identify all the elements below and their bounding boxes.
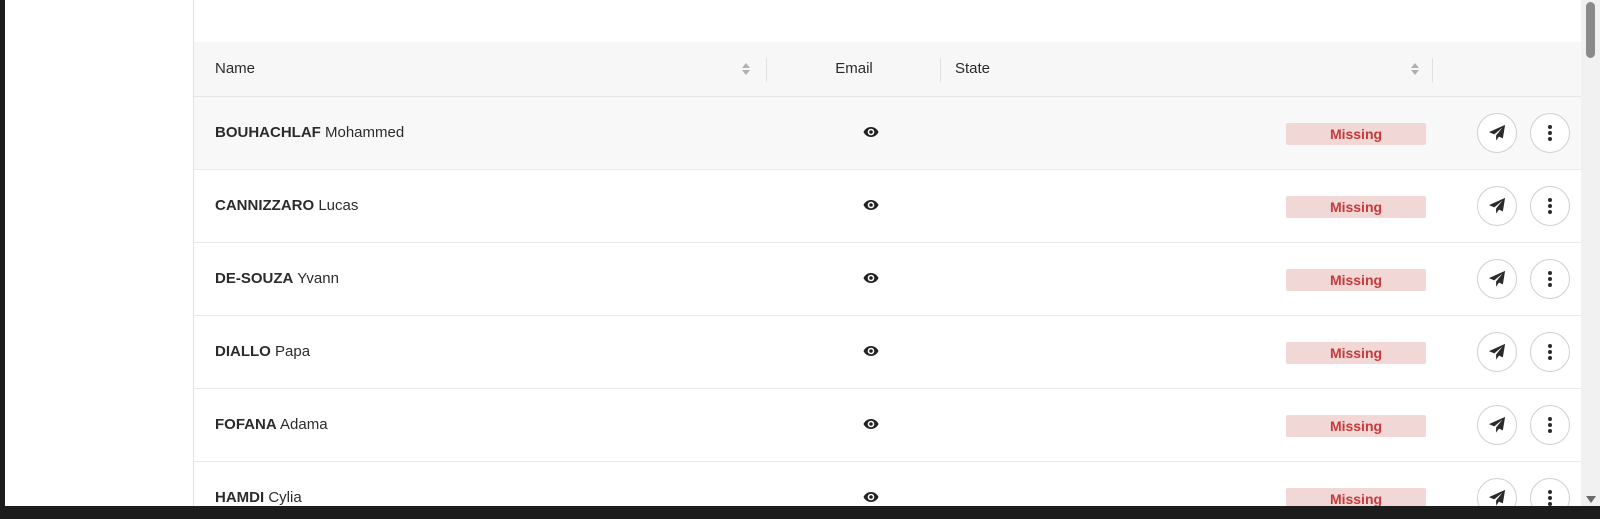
page-viewport: Name Email State BOUHACHLAF Mohammed Mis… — [5, 0, 1600, 506]
send-button[interactable] — [1477, 478, 1517, 506]
more-options-button[interactable] — [1530, 405, 1570, 445]
eye-icon[interactable] — [863, 416, 879, 432]
more-options-button[interactable] — [1530, 186, 1570, 226]
more-options-button[interactable] — [1530, 259, 1570, 299]
column-separator — [940, 58, 941, 82]
column-separator — [1432, 58, 1433, 82]
eye-icon[interactable] — [863, 197, 879, 213]
student-name: FOFANA Adama — [215, 389, 328, 461]
eye-icon[interactable] — [863, 489, 879, 505]
students-table: Name Email State BOUHACHLAF Mohammed Mis… — [194, 42, 1586, 506]
send-button[interactable] — [1477, 186, 1517, 226]
status-badge: Missing — [1286, 196, 1426, 218]
student-name: HAMDI Cylia — [215, 462, 302, 506]
status-badge: Missing — [1286, 488, 1426, 506]
sort-icon[interactable] — [741, 62, 751, 76]
vertical-scrollbar[interactable] — [1581, 0, 1600, 506]
table-row[interactable]: HAMDI Cylia Missing — [194, 462, 1586, 506]
send-icon — [1488, 343, 1506, 360]
send-button[interactable] — [1477, 405, 1517, 445]
first-name: Lucas — [318, 197, 359, 214]
table-row[interactable]: DE-SOUZA Yvann Missing — [194, 243, 1586, 316]
status-badge: Missing — [1286, 342, 1426, 364]
first-name: Cylia — [268, 489, 302, 506]
more-vertical-icon — [1548, 490, 1552, 506]
send-button[interactable] — [1477, 113, 1517, 153]
status-badge: Missing — [1286, 123, 1426, 145]
send-icon — [1488, 124, 1506, 141]
more-options-button[interactable] — [1530, 113, 1570, 153]
table-header: Name Email State — [194, 42, 1586, 97]
status-badge: Missing — [1286, 415, 1426, 437]
column-header-email: Email — [835, 60, 873, 77]
eye-icon[interactable] — [863, 270, 879, 286]
send-icon — [1488, 270, 1506, 287]
more-vertical-icon — [1548, 198, 1552, 214]
first-name: Papa — [275, 343, 311, 360]
more-options-button[interactable] — [1530, 332, 1570, 372]
column-header-state[interactable]: State — [955, 42, 990, 96]
table-row[interactable]: DIALLO Papa Missing — [194, 316, 1586, 389]
more-vertical-icon — [1548, 417, 1552, 433]
eye-icon[interactable] — [863, 343, 879, 359]
more-vertical-icon — [1548, 125, 1552, 141]
scrollbar-thumb[interactable] — [1586, 2, 1595, 58]
column-header-name[interactable]: Name — [215, 42, 255, 96]
last-name: FOFANA — [215, 416, 277, 433]
table-row[interactable]: BOUHACHLAF Mohammed Missing — [194, 97, 1586, 170]
send-icon — [1488, 197, 1506, 214]
student-name: DE-SOUZA Yvann — [215, 243, 339, 315]
first-name: Yvann — [297, 270, 339, 287]
column-separator — [766, 58, 767, 82]
last-name: HAMDI — [215, 489, 265, 506]
table-row[interactable]: CANNIZZARO Lucas Missing — [194, 170, 1586, 243]
send-icon — [1488, 416, 1506, 433]
student-name: CANNIZZARO Lucas — [215, 170, 358, 242]
more-options-button[interactable] — [1530, 478, 1570, 506]
more-vertical-icon — [1548, 271, 1552, 287]
last-name: BOUHACHLAF — [215, 124, 321, 141]
last-name: DIALLO — [215, 343, 271, 360]
table-row[interactable]: FOFANA Adama Missing — [194, 389, 1586, 462]
more-vertical-icon — [1548, 344, 1552, 360]
student-name: BOUHACHLAF Mohammed — [215, 97, 404, 169]
student-name: DIALLO Papa — [215, 316, 310, 388]
sort-icon[interactable] — [1410, 62, 1420, 76]
last-name: DE-SOUZA — [215, 270, 294, 287]
scroll-down-arrow-icon[interactable] — [1586, 496, 1596, 503]
send-icon — [1488, 489, 1506, 506]
eye-icon[interactable] — [863, 124, 879, 140]
send-button[interactable] — [1477, 332, 1517, 372]
last-name: CANNIZZARO — [215, 197, 315, 214]
table-body: BOUHACHLAF Mohammed Missing CANNIZZARO L… — [194, 97, 1586, 506]
first-name: Mohammed — [325, 124, 405, 141]
first-name: Adama — [280, 416, 328, 433]
send-button[interactable] — [1477, 259, 1517, 299]
status-badge: Missing — [1286, 269, 1426, 291]
